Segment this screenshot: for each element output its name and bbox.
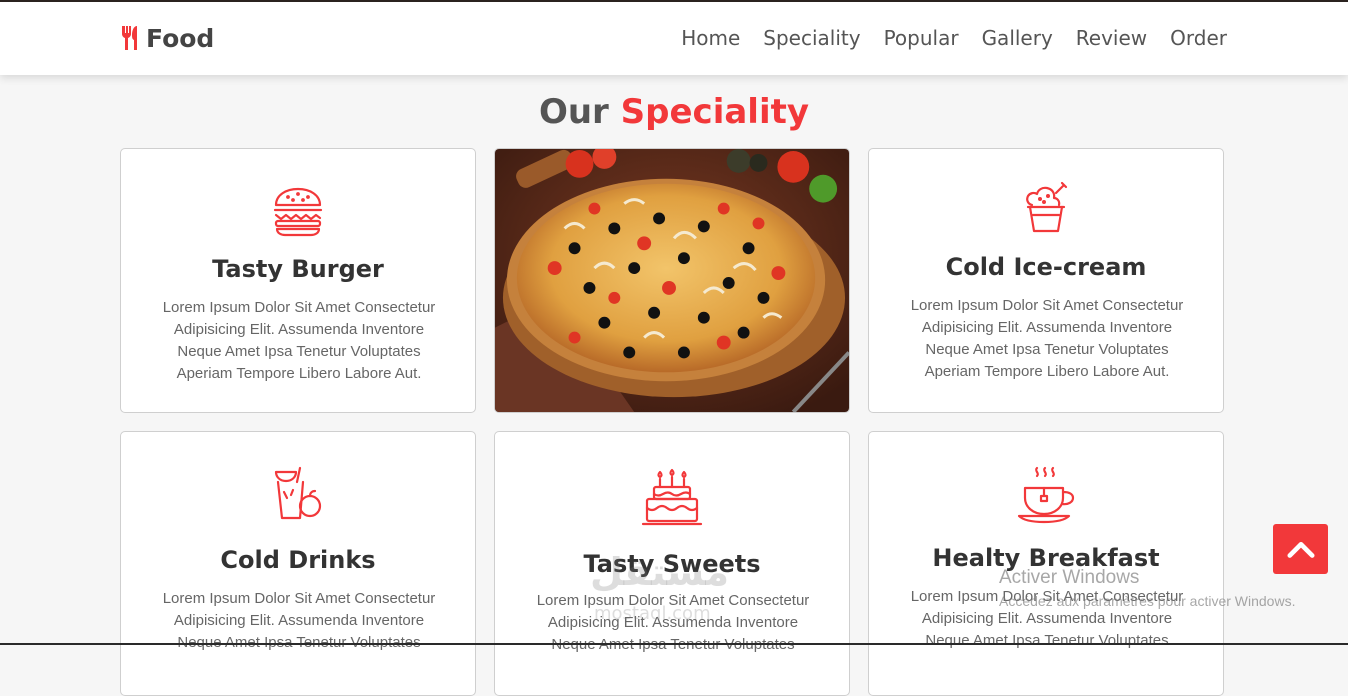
card-title: Tasty Sweets <box>583 550 761 578</box>
card-title: Cold Ice-cream <box>945 253 1147 281</box>
card-title: Cold Drinks <box>220 546 376 574</box>
card-title: Tasty Burger <box>212 255 384 283</box>
burger-icon <box>121 183 475 239</box>
logo[interactable]: Food <box>120 22 214 54</box>
nav-home[interactable]: Home <box>681 26 740 50</box>
card-text: Lorem Ipsum Dolor Sit Amet Consectetur A… <box>910 297 1184 380</box>
heading-part-1: Our <box>538 92 609 132</box>
nav-order[interactable]: Order <box>1170 26 1227 50</box>
nav-popular[interactable]: Popular <box>884 26 959 50</box>
card-title: Healty Breakfast <box>932 544 1160 572</box>
scroll-to-top-button[interactable] <box>1273 524 1328 574</box>
pizza-image-card <box>494 148 850 413</box>
card-text: Lorem Ipsum Dolor Sit Amet Consectetur A… <box>536 592 810 653</box>
speciality-card-drinks[interactable]: Cold Drinks Lorem Ipsum Dolor Sit Amet C… <box>120 431 476 696</box>
nav-gallery[interactable]: Gallery <box>982 26 1053 50</box>
chevron-up-icon <box>1286 541 1315 558</box>
section-heading: Our Speciality <box>0 92 1348 132</box>
nav-speciality[interactable]: Speciality <box>763 26 860 50</box>
card-text: Lorem Ipsum Dolor Sit Amet Consectetur A… <box>162 299 436 382</box>
cake-icon <box>495 466 849 528</box>
drink-icon <box>121 466 475 522</box>
speciality-card-ice-cream[interactable]: Cold Ice-cream Lorem Ipsum Dolor Sit Ame… <box>868 148 1224 413</box>
nav-review[interactable]: Review <box>1076 26 1147 50</box>
heading-part-2: Speciality <box>620 92 810 132</box>
utensils-icon <box>122 26 137 50</box>
coffee-cup-icon <box>869 466 1223 524</box>
ice-cream-icon <box>869 181 1223 237</box>
pizza-image <box>495 149 849 412</box>
speciality-card-breakfast[interactable]: Healty Breakfast Lorem Ipsum Dolor Sit A… <box>868 431 1224 696</box>
main-nav: Home Speciality Popular Gallery Review O… <box>681 26 1227 50</box>
site-header: Food Home Speciality Popular Gallery Rev… <box>0 2 1348 75</box>
speciality-card-burger[interactable]: Tasty Burger Lorem Ipsum Dolor Sit Amet … <box>120 148 476 413</box>
logo-text: Food <box>146 23 215 53</box>
speciality-card-sweets[interactable]: Tasty Sweets Lorem Ipsum Dolor Sit Amet … <box>494 431 850 696</box>
